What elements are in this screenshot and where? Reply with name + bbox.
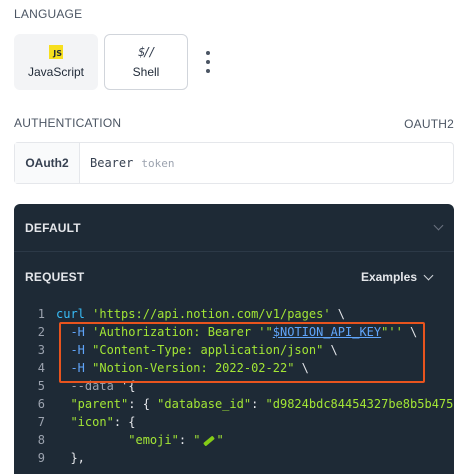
line-number: 3 bbox=[37, 343, 45, 357]
code-token: : bbox=[251, 397, 266, 411]
highlight-annotation-box bbox=[59, 322, 425, 383]
code-token: : { bbox=[128, 397, 158, 411]
line-number: 9 bbox=[37, 451, 45, 465]
line-number: 7 bbox=[37, 415, 45, 429]
line-number: 5 bbox=[37, 379, 45, 393]
language-option-javascript[interactable]: JS JavaScript bbox=[14, 34, 98, 90]
code-token: : { bbox=[113, 415, 136, 429]
chevron-down-icon bbox=[423, 270, 434, 280]
authentication-section-label: AUTHENTICATION bbox=[14, 116, 122, 130]
auth-field: OAuth2 Bearer bbox=[14, 142, 454, 184]
code-token: }, bbox=[70, 451, 85, 465]
auth-value: Bearer bbox=[80, 143, 453, 183]
default-header[interactable]: DEFAULT bbox=[14, 204, 454, 252]
line-number: 1 bbox=[37, 307, 45, 321]
line-number: 2 bbox=[37, 325, 45, 339]
examples-label: Examples bbox=[360, 270, 417, 284]
line-number: 4 bbox=[37, 361, 45, 375]
code-line: 1 curl 'https://api.notion.com/v1/pages'… bbox=[14, 305, 454, 323]
token-input[interactable] bbox=[141, 156, 342, 170]
language-option-label: Shell bbox=[132, 65, 160, 79]
default-label: DEFAULT bbox=[25, 220, 81, 235]
code-token: "d9824bdc84454327be8b5b475 bbox=[265, 397, 454, 411]
code-token: : bbox=[178, 433, 194, 447]
request-label: REQUEST bbox=[25, 270, 85, 284]
language-option-label: JavaScript bbox=[27, 65, 85, 79]
code-token: \ bbox=[330, 307, 346, 321]
code-line: 8 "emoji": " " bbox=[14, 431, 454, 449]
line-number: 8 bbox=[37, 433, 45, 447]
code-token: " bbox=[193, 433, 201, 447]
auth-type-label: OAuth2 bbox=[15, 143, 80, 183]
code-token: " bbox=[216, 433, 224, 447]
code-token: "database_id" bbox=[157, 397, 252, 411]
auth-prefix: Bearer bbox=[90, 156, 134, 170]
chevron-down-icon bbox=[433, 220, 444, 231]
line-number: 6 bbox=[37, 397, 45, 411]
examples-dropdown[interactable]: Examples bbox=[360, 270, 434, 284]
javascript-icon: JS bbox=[49, 45, 63, 59]
code-token: 'https://api.notion.com/v1/pages' bbox=[92, 307, 331, 321]
code-token: curl bbox=[56, 307, 85, 321]
code-token: "emoji" bbox=[128, 433, 179, 447]
kebab-menu-icon[interactable] bbox=[204, 51, 212, 73]
request-bar: REQUEST Examples bbox=[14, 253, 454, 301]
language-option-shell[interactable]: $// Shell bbox=[104, 34, 188, 90]
code-line: 6 "parent": { "database_id": "d9824bdc84… bbox=[14, 395, 454, 413]
code-token: "parent" bbox=[70, 397, 129, 411]
auth-scheme-label: OAUTH2 bbox=[404, 117, 454, 131]
code-token: "icon" bbox=[70, 415, 114, 429]
pencil-emoji-icon bbox=[202, 435, 215, 446]
language-section-label: LANGUAGE bbox=[14, 7, 83, 21]
shell-icon: $// bbox=[138, 45, 156, 59]
code-line: 7 "icon": { bbox=[14, 413, 454, 431]
code-line: 9 }, bbox=[14, 449, 454, 467]
